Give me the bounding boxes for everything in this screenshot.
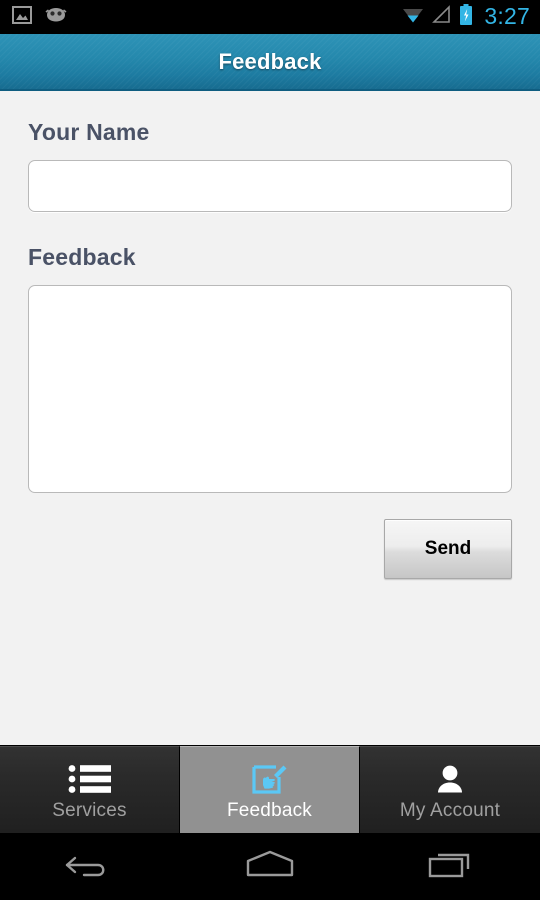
status-bar-left-icons [12, 5, 68, 29]
signal-icon [432, 5, 452, 29]
battery-charging-icon [459, 3, 473, 31]
status-bar-right-icons: 3:27 [401, 2, 530, 31]
your-name-label: Your Name [28, 119, 150, 145]
tab-label-services: Services [52, 799, 127, 821]
back-arrow-icon [65, 848, 115, 885]
android-navigation-bar [0, 833, 540, 900]
recents-icon [426, 847, 474, 886]
bottom-tab-bar: Services Feedback My Account [0, 745, 540, 833]
person-icon [433, 759, 467, 799]
page-title: Feedback [218, 48, 322, 74]
feedback-form: Your Name Feedback Send [0, 91, 540, 745]
tab-services[interactable]: Services [0, 746, 180, 833]
wifi-icon [401, 5, 425, 29]
cyanogenmod-android-icon [44, 6, 68, 28]
nav-back-button[interactable] [0, 833, 180, 900]
send-button-row: Send [28, 519, 512, 579]
status-bar: 3:27 [0, 0, 540, 34]
feedback-textarea[interactable] [28, 285, 512, 493]
nav-home-button[interactable] [180, 833, 360, 900]
nav-recents-button[interactable] [360, 833, 540, 900]
phone-screen: 3:27 Feedback Your Name Feedback Send Se… [0, 0, 540, 900]
home-icon [242, 847, 298, 886]
tab-feedback[interactable]: Feedback [180, 746, 360, 833]
tab-my-account[interactable]: My Account [360, 746, 540, 833]
action-bar: Feedback [0, 34, 540, 91]
list-icon [67, 759, 113, 799]
send-button[interactable]: Send [384, 519, 512, 579]
your-name-input[interactable] [28, 160, 512, 212]
tab-label-feedback: Feedback [226, 799, 313, 821]
feedback-label: Feedback [28, 244, 136, 270]
tab-label-my-account: My Account [399, 799, 501, 821]
screenshot-image-icon [12, 5, 32, 29]
compose-edit-icon [250, 759, 290, 799]
status-bar-clock: 3:27 [484, 2, 530, 29]
